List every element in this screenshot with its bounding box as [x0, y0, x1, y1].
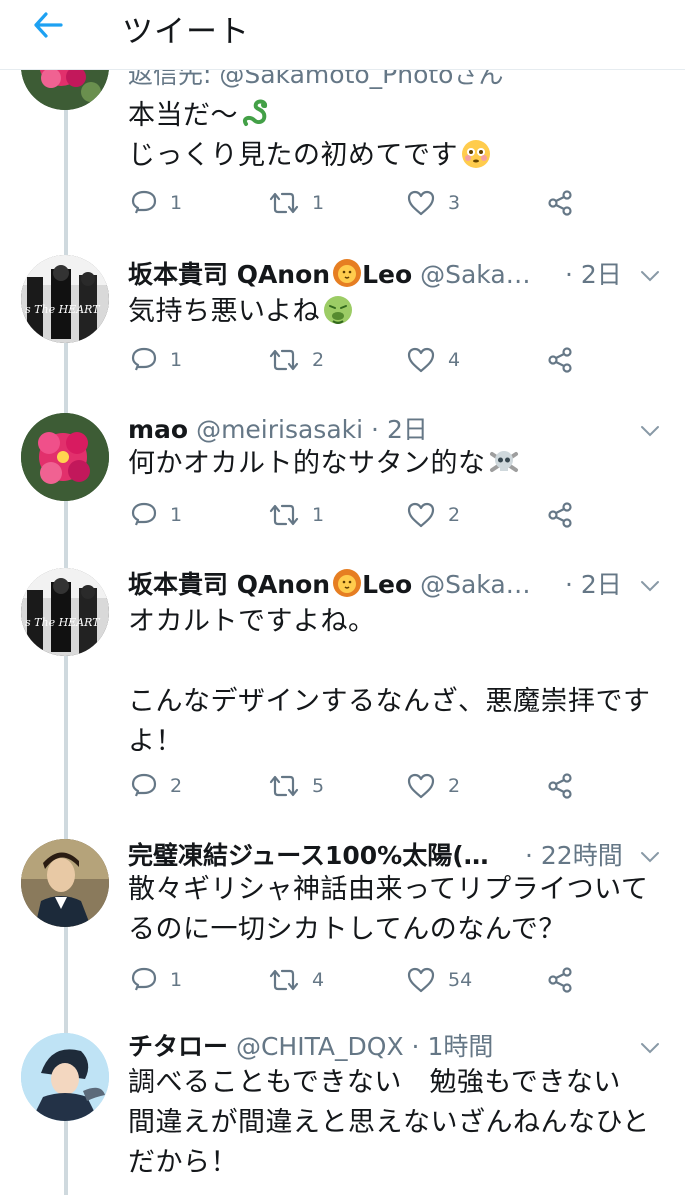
- share-button[interactable]: [546, 186, 574, 220]
- arrow-left-icon: [34, 12, 63, 38]
- retweet-icon: [269, 504, 299, 526]
- chevron-down-icon[interactable]: [639, 265, 661, 287]
- tweet-header: 坂本貴司 QAnon Leo @Saka…: [128, 258, 531, 289]
- like-button[interactable]: 54: [406, 963, 472, 997]
- user-handle: @Saka…: [420, 260, 531, 289]
- heart-icon: [407, 502, 435, 528]
- reply-icon: [131, 967, 157, 991]
- reply-button[interactable]: 1: [130, 963, 182, 997]
- display-name[interactable]: チタロー: [128, 1032, 228, 1061]
- avatar[interactable]: [21, 839, 109, 927]
- flower-avatar-image: [21, 413, 109, 501]
- retweet-button[interactable]: 2: [268, 343, 324, 377]
- svg-text:s The HEART: s The HEART: [25, 616, 101, 629]
- tweet-header: チタロー @CHITA_DQX · 1時間: [128, 1027, 493, 1067]
- user-handle: @Saka…: [420, 570, 531, 599]
- share-icon: [548, 773, 572, 799]
- share-button[interactable]: [546, 498, 574, 532]
- tweet-text: 散々ギリシャ神話由来ってリプライついて るのに一切シカトしてんのなんで？: [128, 874, 649, 945]
- heart-icon: [407, 773, 435, 799]
- retweet-button[interactable]: 4: [268, 963, 324, 997]
- display-name[interactable]: 坂本貴司 QAnon: [128, 570, 330, 599]
- reply-icon: [131, 773, 157, 797]
- band-photo-avatar-image: s The HEART: [21, 568, 109, 656]
- user-handle: @CHITA_DQX: [235, 1032, 404, 1061]
- retweet-icon: [269, 969, 299, 991]
- tweet-actions: 1 1 3: [128, 186, 588, 220]
- display-name[interactable]: 完璧凍結ジュース100%太陽(…: [128, 841, 489, 870]
- share-button[interactable]: [546, 343, 574, 377]
- reply-button[interactable]: 2: [130, 769, 182, 803]
- skull-crossbones-emoji-icon: [488, 446, 520, 478]
- timestamp: · 1時間: [411, 1032, 494, 1061]
- tweet-header: 坂本貴司 QAnon Leo @Saka…: [128, 568, 531, 599]
- person-avatar-image: [21, 839, 109, 927]
- tweet-text: オカルトですよね。 こんなデザインするなんざ、悪魔崇拝です よ！: [128, 606, 651, 757]
- share-icon: [548, 347, 572, 373]
- tweet-text: 気持ち悪いよね: [128, 292, 668, 332]
- lion-emoji-icon: [332, 258, 362, 288]
- avatar[interactable]: s The HEART: [21, 255, 109, 343]
- retweet-button[interactable]: 1: [268, 186, 324, 220]
- timestamp: · 2日: [371, 415, 428, 444]
- share-button[interactable]: [546, 963, 574, 997]
- like-button[interactable]: 2: [406, 769, 460, 803]
- band-photo-avatar-image: s The HEART: [21, 255, 109, 343]
- page-title: ツイート: [122, 14, 250, 50]
- chevron-down-icon[interactable]: [639, 846, 661, 868]
- back-button[interactable]: [28, 10, 68, 40]
- like-button[interactable]: 3: [406, 186, 460, 220]
- lion-emoji-icon: [332, 568, 362, 598]
- reply-icon: [131, 502, 157, 526]
- snake-emoji-icon: [240, 98, 272, 130]
- reply-icon: [131, 190, 157, 214]
- nauseated-face-emoji-icon: [322, 294, 354, 326]
- flushed-face-emoji-icon: [460, 138, 492, 170]
- tweet-text: 調べることもできない 勉強もできない 間違えが間違えと思えないざんねんなひと だ…: [128, 1067, 650, 1178]
- anime-character-avatar-image: [21, 1033, 109, 1121]
- avatar[interactable]: [21, 413, 109, 501]
- reply-button[interactable]: 1: [130, 343, 182, 377]
- like-button[interactable]: 4: [406, 343, 460, 377]
- user-handle: @meirisasaki: [196, 415, 364, 444]
- heart-icon: [407, 967, 435, 993]
- heart-icon: [407, 190, 435, 216]
- display-name[interactable]: 坂本貴司 QAnon: [128, 260, 330, 289]
- svg-text:s The HEART: s The HEART: [25, 303, 101, 316]
- reply-button[interactable]: 1: [130, 498, 182, 532]
- avatar[interactable]: s The HEART: [21, 568, 109, 656]
- top-bar: ツイート: [0, 0, 685, 70]
- timestamp: · 2日: [565, 260, 622, 289]
- retweet-button[interactable]: 1: [268, 498, 324, 532]
- tweet-actions: 1 1 2: [128, 498, 588, 532]
- timestamp: · 2日: [565, 570, 622, 599]
- retweet-icon: [269, 349, 299, 371]
- share-icon: [548, 967, 572, 993]
- retweet-button[interactable]: 5: [268, 769, 324, 803]
- like-button[interactable]: 2: [406, 498, 460, 532]
- heart-icon: [407, 347, 435, 373]
- tweet-actions: 2 5 2: [128, 769, 588, 803]
- share-icon: [548, 502, 572, 528]
- reply-icon: [131, 347, 157, 371]
- chevron-down-icon[interactable]: [639, 420, 661, 442]
- retweet-icon: [269, 775, 299, 797]
- tweet-text: 何かオカルト的なサタン的な: [128, 444, 668, 484]
- tweet-actions: 1 4 54: [128, 963, 588, 997]
- chevron-down-icon[interactable]: [639, 1037, 661, 1059]
- share-button[interactable]: [546, 769, 574, 803]
- retweet-icon: [269, 192, 299, 214]
- reply-button[interactable]: 1: [130, 186, 182, 220]
- chevron-down-icon[interactable]: [639, 575, 661, 597]
- avatar[interactable]: [21, 1033, 109, 1121]
- share-icon: [548, 190, 572, 216]
- tweet-actions: 1 2 4: [128, 343, 588, 377]
- tweet-text: 本当だ〜 じっくり見たの初めてです: [128, 96, 668, 176]
- display-name[interactable]: mao: [128, 415, 188, 444]
